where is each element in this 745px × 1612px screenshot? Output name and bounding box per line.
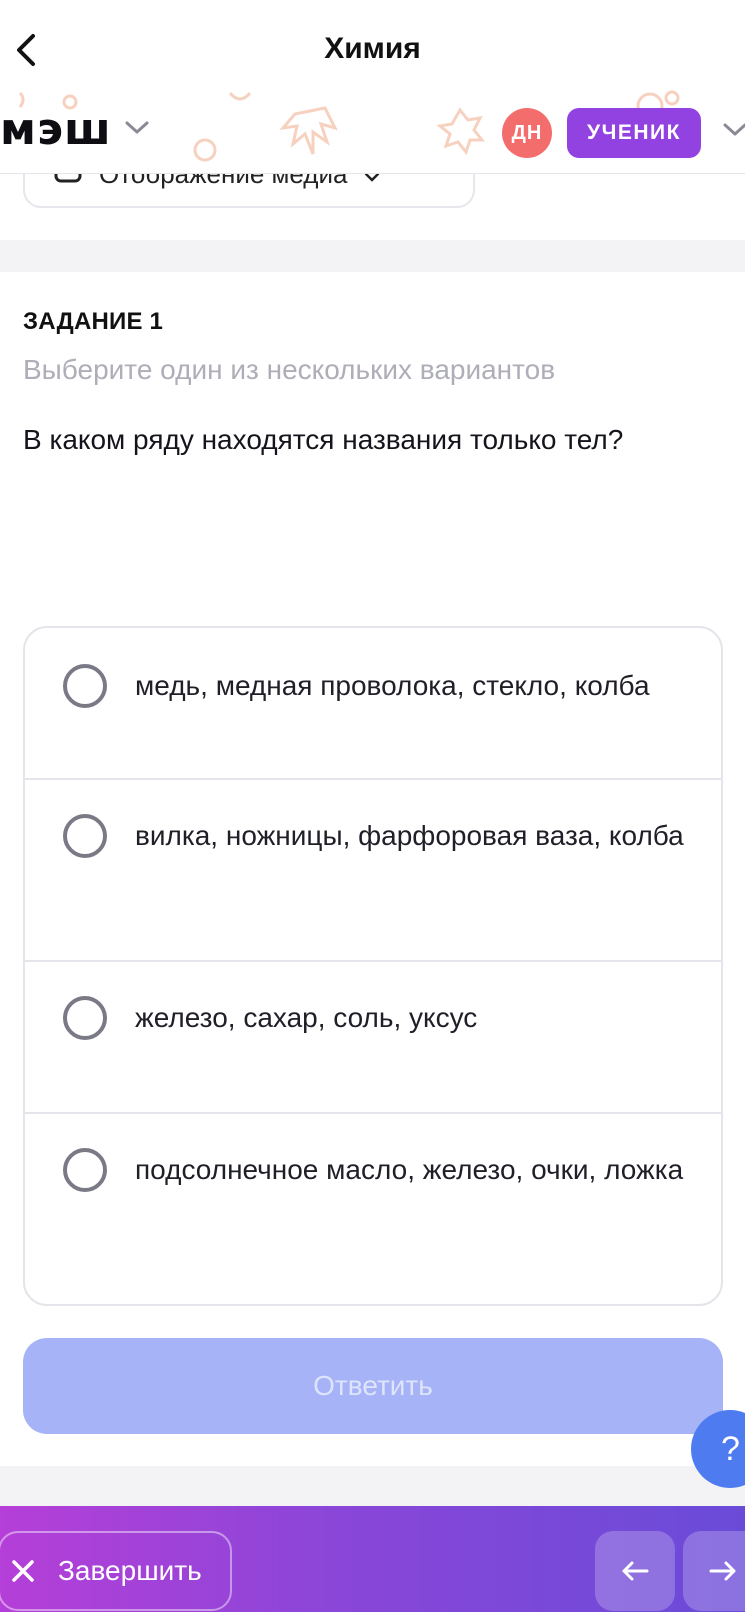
option-text: медь, медная проволока, стекло, колба [135,670,650,701]
answer-option[interactable]: медь, медная проволока, стекло, колба [25,628,721,780]
answer-option[interactable]: подсолнечное масло, железо, очки, ложка [25,1114,721,1304]
user-avatar[interactable]: ДН [502,108,552,158]
role-menu-button[interactable] [722,120,745,144]
top-bar: Химия [0,0,745,96]
close-icon [6,1554,40,1588]
arrow-left-icon [620,1559,650,1583]
finish-label: Завершить [58,1555,202,1586]
task-card: ЗАДАНИЕ 1 Выберите один из нескольких ва… [0,272,745,1466]
submit-answer-button[interactable]: Ответить [23,1338,723,1434]
task-number: ЗАДАНИЕ 1 [23,308,164,335]
answer-option[interactable]: вилка, ножницы, фарфоровая ваза, колба [25,780,721,962]
answer-option[interactable]: железо, сахар, соль, уксус [25,962,721,1114]
logo-menu-button[interactable] [122,118,152,142]
next-task-button[interactable] [683,1531,745,1611]
page-title: Химия [324,32,421,65]
answer-options: медь, медная проволока, стекло, колба ви… [23,626,723,1306]
app-root: Химия Отображение медиа мэш ДН УЧЕНИК ЗА… [0,0,745,1612]
mesh-logo: мэш [0,104,112,155]
chevron-down-icon [124,120,150,141]
task-hint: Выберите один из нескольких вариантов [23,354,556,385]
section-gap [0,1466,745,1506]
radio-button[interactable] [63,1148,107,1192]
section-gap [0,240,745,272]
option-text: подсолнечное масло, железо, очки, ложка [135,1154,684,1185]
previous-task-button[interactable] [595,1531,675,1611]
finish-button[interactable]: Завершить [0,1531,232,1611]
option-text: железо, сахар, соль, уксус [135,1002,478,1033]
brand-header: мэш ДН УЧЕНИК [0,88,745,174]
task-question: В каком ряду находятся названия только т… [23,424,624,455]
arrow-right-icon [708,1559,738,1583]
radio-button[interactable] [63,664,107,708]
radio-button[interactable] [63,996,107,1040]
option-text: вилка, ножницы, фарфоровая ваза, колба [135,820,684,851]
bottom-bar: Завершить [0,1506,745,1612]
chevron-down-icon [722,122,745,143]
radio-button[interactable] [63,814,107,858]
role-badge[interactable]: УЧЕНИК [567,108,701,158]
